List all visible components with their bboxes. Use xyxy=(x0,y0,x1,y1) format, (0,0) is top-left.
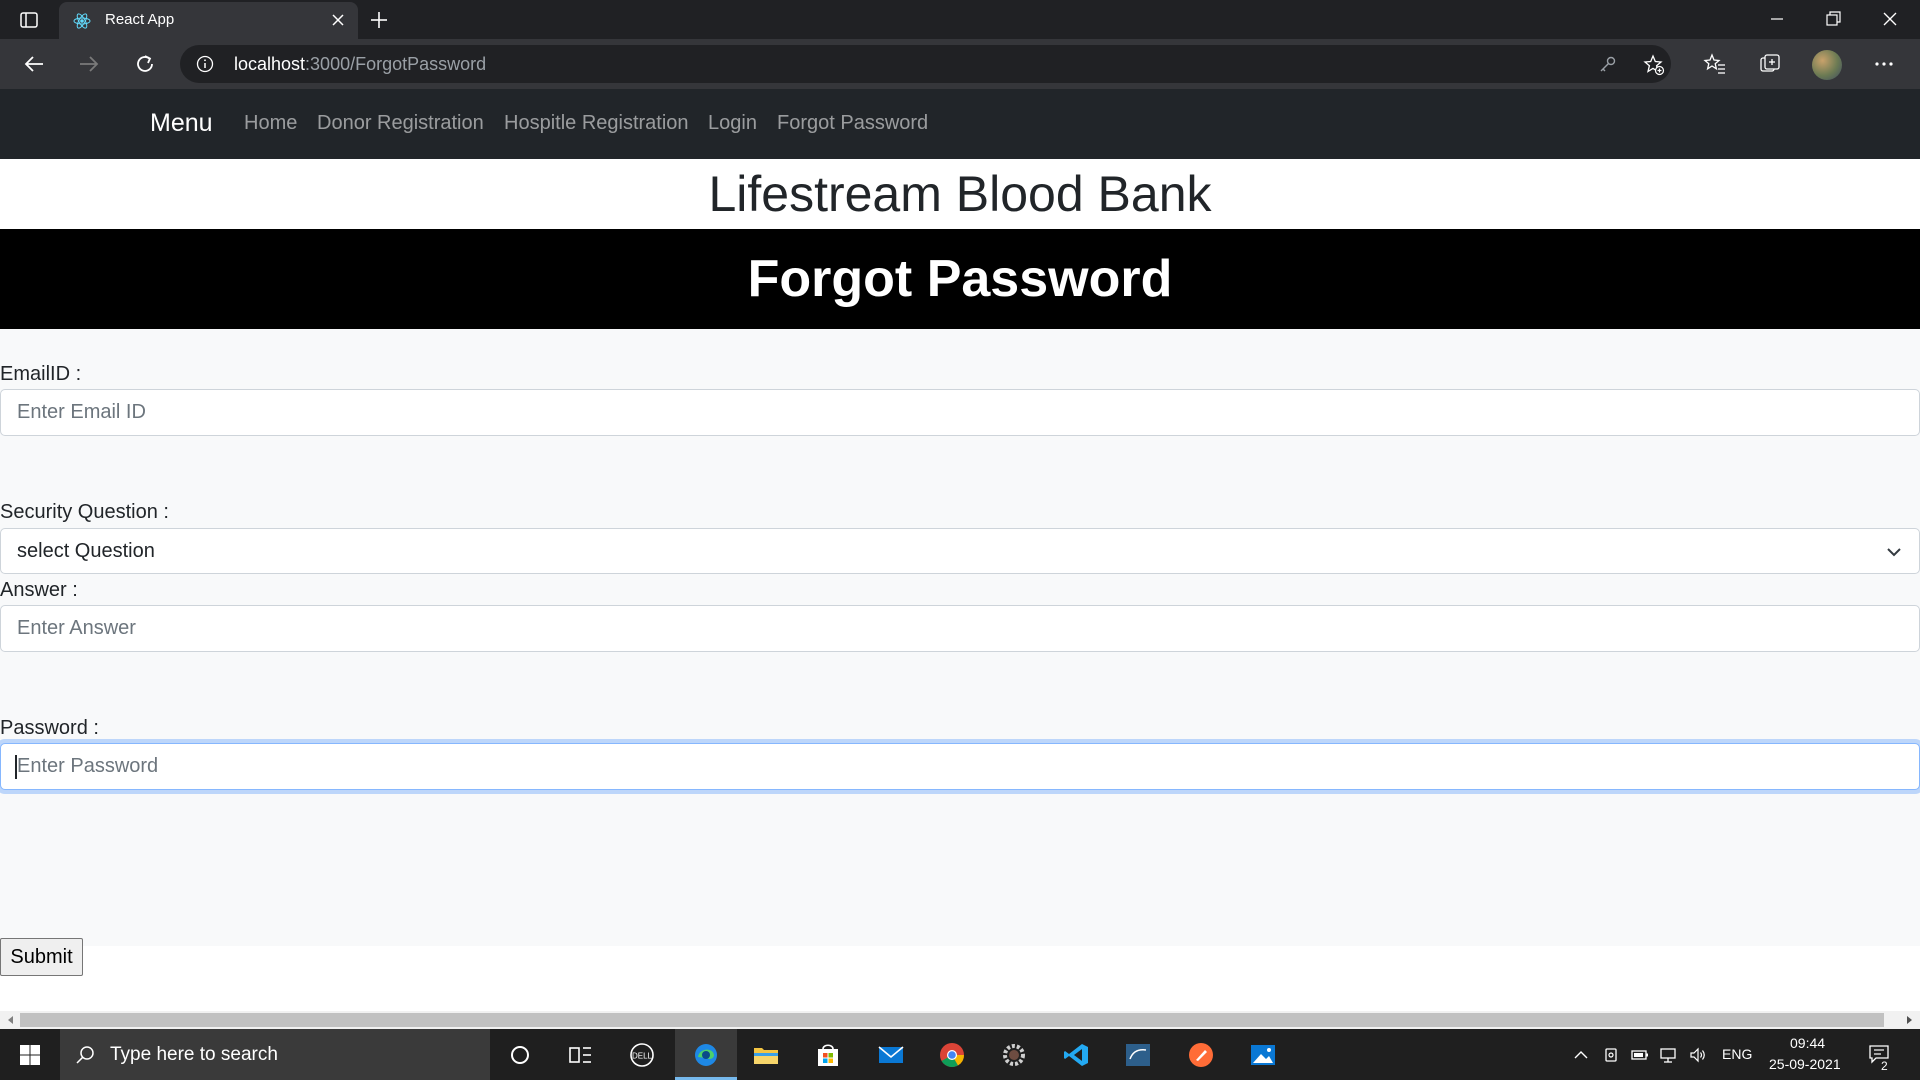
navbar-brand[interactable]: Menu xyxy=(150,109,213,138)
svg-text:DELL: DELL xyxy=(632,1052,653,1061)
search-placeholder: Type here to search xyxy=(110,1044,278,1065)
email-field[interactable] xyxy=(0,389,1920,436)
settings-gear-icon[interactable] xyxy=(999,1041,1029,1069)
clock-time[interactable]: 09:44 xyxy=(1790,1035,1825,1051)
vscode-icon[interactable] xyxy=(1061,1041,1091,1069)
email-label: EmailID : xyxy=(0,363,82,385)
clock-date[interactable]: 25-09-2021 xyxy=(1769,1056,1841,1072)
task-view-icon[interactable] xyxy=(565,1041,595,1069)
cortana-icon[interactable] xyxy=(505,1041,535,1069)
mysql-workbench-icon[interactable] xyxy=(1123,1041,1153,1069)
search-icon xyxy=(76,1046,94,1064)
horizontal-scrollbar[interactable] xyxy=(0,1011,1920,1029)
taskbar-search[interactable]: Type here to search xyxy=(60,1029,490,1080)
nav-link-home[interactable]: Home xyxy=(244,112,297,135)
chevron-up-icon[interactable] xyxy=(1572,1046,1590,1064)
mail-icon[interactable] xyxy=(876,1041,906,1069)
scrollbar-thumb[interactable] xyxy=(20,1013,1884,1027)
language-indicator[interactable]: ENG xyxy=(1722,1046,1752,1062)
address-bar[interactable]: localhost:3000/ForgotPassword xyxy=(180,45,1671,83)
nav-link-login[interactable]: Login xyxy=(708,112,757,135)
network-icon[interactable] xyxy=(1659,1046,1677,1064)
react-logo-icon xyxy=(73,13,91,29)
windows-taskbar: Type here to search DELL ENG 09:44 25-09… xyxy=(0,1029,1920,1080)
browser-toolbar: localhost:3000/ForgotPassword xyxy=(0,39,1920,89)
chevron-down-icon xyxy=(1887,548,1901,557)
restore-icon[interactable] xyxy=(1822,8,1844,30)
text-caret xyxy=(15,755,17,779)
browser-tab-bar: React App xyxy=(0,0,1920,39)
edge-browser-icon[interactable] xyxy=(691,1041,721,1069)
notification-count: 2 xyxy=(1881,1059,1888,1073)
scroll-left-icon[interactable] xyxy=(6,1015,16,1025)
forgot-password-form: EmailID : Security Question : select Que… xyxy=(0,329,1920,976)
close-tab-icon[interactable] xyxy=(328,10,348,30)
nav-link-forgot-password[interactable]: Forgot Password xyxy=(777,112,928,135)
add-favorite-icon[interactable] xyxy=(1643,54,1665,76)
security-question-label: Security Question : xyxy=(0,501,169,523)
nav-link-hospital-registration[interactable]: Hospitle Registration xyxy=(504,112,689,135)
submit-button[interactable]: Submit xyxy=(0,938,83,976)
site-title: Lifestream Blood Bank xyxy=(708,166,1212,222)
device-icon[interactable] xyxy=(1602,1046,1620,1064)
minimize-icon[interactable] xyxy=(1766,8,1788,30)
url-host: localhost xyxy=(234,54,306,74)
refresh-icon[interactable] xyxy=(132,51,158,77)
favorites-icon[interactable] xyxy=(1703,52,1727,76)
page-heading: Forgot Password xyxy=(0,229,1920,329)
file-explorer-icon[interactable] xyxy=(751,1041,781,1069)
password-label: Password : xyxy=(0,717,99,739)
nav-link-donor-registration[interactable]: Donor Registration xyxy=(317,112,484,135)
site-info-icon[interactable] xyxy=(196,55,214,73)
volume-icon[interactable] xyxy=(1689,1046,1707,1064)
more-options-icon[interactable] xyxy=(1872,52,1896,76)
url-path: :3000/ForgotPassword xyxy=(305,54,487,74)
security-question-value: select Question xyxy=(17,540,155,562)
collections-icon[interactable] xyxy=(1758,52,1782,76)
top-navbar: Menu Home Donor Registration Hospitle Re… xyxy=(0,89,1920,159)
answer-label: Answer : xyxy=(0,579,78,601)
profile-avatar[interactable] xyxy=(1812,50,1842,80)
url-text: localhost:3000/ForgotPassword xyxy=(234,54,486,75)
chrome-icon[interactable] xyxy=(937,1041,967,1069)
back-arrow-icon[interactable] xyxy=(21,51,47,77)
answer-field[interactable] xyxy=(0,605,1920,652)
browser-tab[interactable]: React App xyxy=(59,2,358,39)
security-question-select[interactable]: select Question xyxy=(0,528,1920,574)
windows-start-icon[interactable] xyxy=(18,1043,42,1067)
password-field[interactable] xyxy=(0,743,1920,790)
tab-title: React App xyxy=(105,11,175,28)
key-icon[interactable] xyxy=(1596,54,1618,76)
new-tab-icon[interactable] xyxy=(368,9,390,31)
battery-icon[interactable] xyxy=(1631,1046,1649,1064)
dell-icon[interactable]: DELL xyxy=(627,1041,657,1069)
page-viewport: Menu Home Donor Registration Hospitle Re… xyxy=(0,89,1920,1011)
photos-icon[interactable] xyxy=(1248,1041,1278,1069)
close-window-icon[interactable] xyxy=(1879,8,1901,30)
postman-icon[interactable] xyxy=(1186,1041,1216,1069)
scroll-right-icon[interactable] xyxy=(1904,1015,1914,1025)
store-icon[interactable] xyxy=(813,1041,843,1069)
forward-arrow-icon[interactable] xyxy=(76,51,102,77)
tab-actions-icon[interactable] xyxy=(18,9,40,31)
